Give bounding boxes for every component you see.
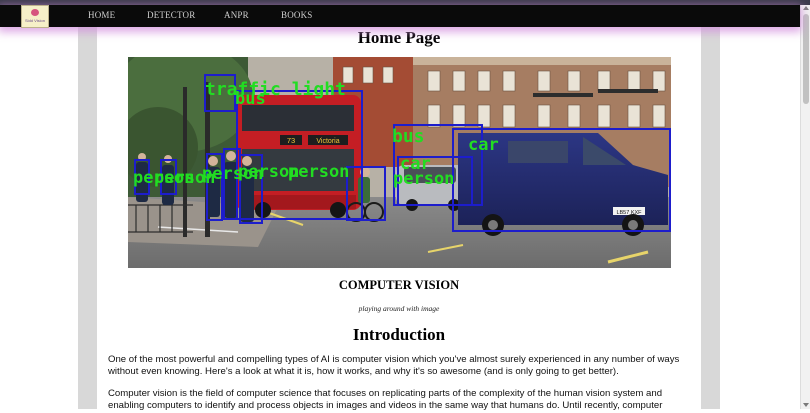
logo-caption: Sidd Vision xyxy=(25,18,45,23)
logo-badge-icon xyxy=(31,9,39,16)
bus-route-number: 73 xyxy=(287,136,295,145)
label-car-1: car xyxy=(468,135,499,155)
intro-paragraph-2: Computer vision is the field of computer… xyxy=(108,388,663,412)
intro-paragraph-1: One of the most powerful and compelling … xyxy=(108,354,680,378)
label-person-6: person xyxy=(288,162,349,182)
intro-heading: Introduction xyxy=(352,325,446,344)
bus-destination-sign: Victoria xyxy=(316,138,339,145)
detection-hero-image: Victoria 73 LB57 KXF traffic light bus b… xyxy=(128,57,671,268)
label-bus-1: bus xyxy=(235,89,266,109)
label-person-1: person xyxy=(393,169,454,189)
nav-link-home[interactable]: HOME xyxy=(88,10,115,20)
scrollbar-thumb[interactable] xyxy=(803,14,809,104)
page-title: Home Page xyxy=(357,28,441,47)
top-navbar: Sidd Vision HOME DETECTOR ANPR BOOKS xyxy=(0,5,800,28)
section-subtitle: playing around with image xyxy=(358,304,440,313)
scroll-down-arrow-icon[interactable] xyxy=(803,403,809,407)
page-scrollbar[interactable] xyxy=(800,5,810,409)
label-bus-2: bus xyxy=(392,126,425,147)
site-logo[interactable]: Sidd Vision xyxy=(21,5,49,28)
nav-link-detector[interactable]: DETECTOR xyxy=(147,10,195,20)
scroll-up-arrow-icon[interactable] xyxy=(803,6,809,10)
main-content: Home Page Victoria 73 LB57 KXF traffic l… xyxy=(97,27,701,411)
label-traffic-light: traffic light xyxy=(205,79,346,100)
nav-link-anpr[interactable]: ANPR xyxy=(224,10,249,20)
section-title: COMPUTER VISION xyxy=(338,278,460,292)
nav-link-books[interactable]: BOOKS xyxy=(281,10,313,20)
